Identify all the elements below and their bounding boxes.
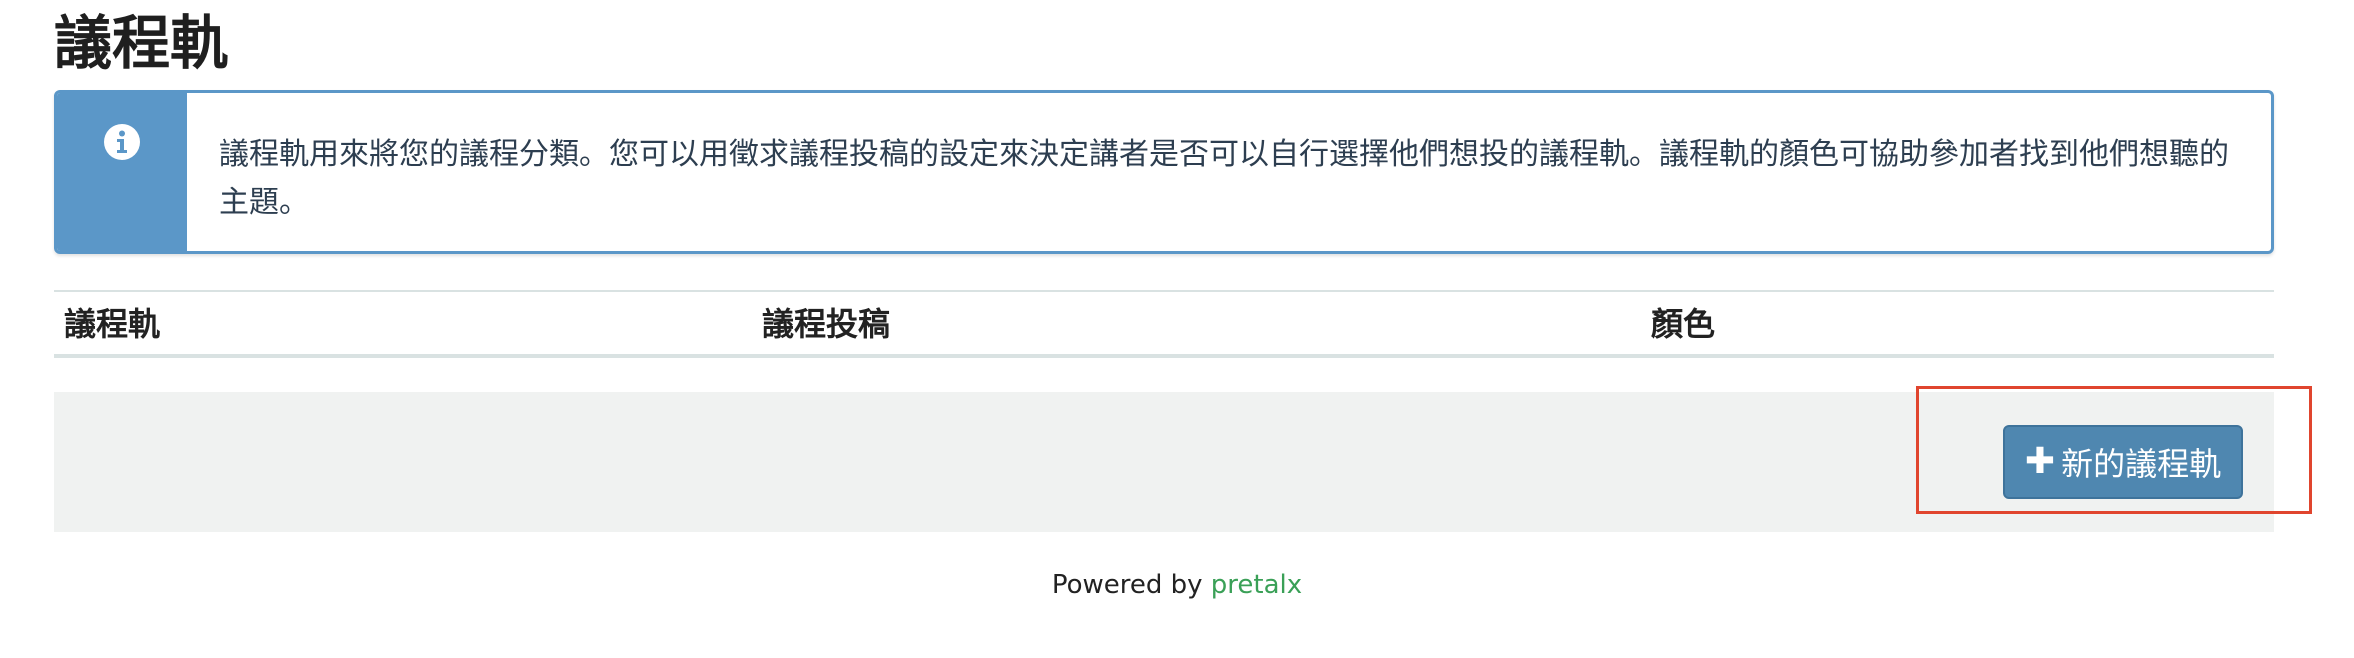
info-alert: 議程軌用來將您的議程分類。您可以用徵求議程投稿的設定來決定講者是否可以自行選擇他… xyxy=(54,90,2274,254)
info-icon xyxy=(104,124,140,160)
tracks-table: 議程軌 議程投稿 顏色 xyxy=(54,290,2274,358)
powered-by-text: Powered by xyxy=(1051,570,1203,600)
highlight-box xyxy=(1916,386,2312,514)
powered-by-footer: Powered by pretalx xyxy=(0,570,2354,600)
column-header-submission[interactable]: 議程投稿 xyxy=(762,292,890,356)
column-header-track[interactable]: 議程軌 xyxy=(64,292,160,356)
info-alert-text: 議程軌用來將您的議程分類。您可以用徵求議程投稿的設定來決定講者是否可以自行選擇他… xyxy=(219,137,2229,220)
pretalx-link[interactable]: pretalx xyxy=(1211,570,1302,600)
page-title: 議程軌 xyxy=(54,9,229,77)
column-header-color[interactable]: 顏色 xyxy=(1651,292,1715,356)
info-alert-sidebar xyxy=(57,93,187,251)
